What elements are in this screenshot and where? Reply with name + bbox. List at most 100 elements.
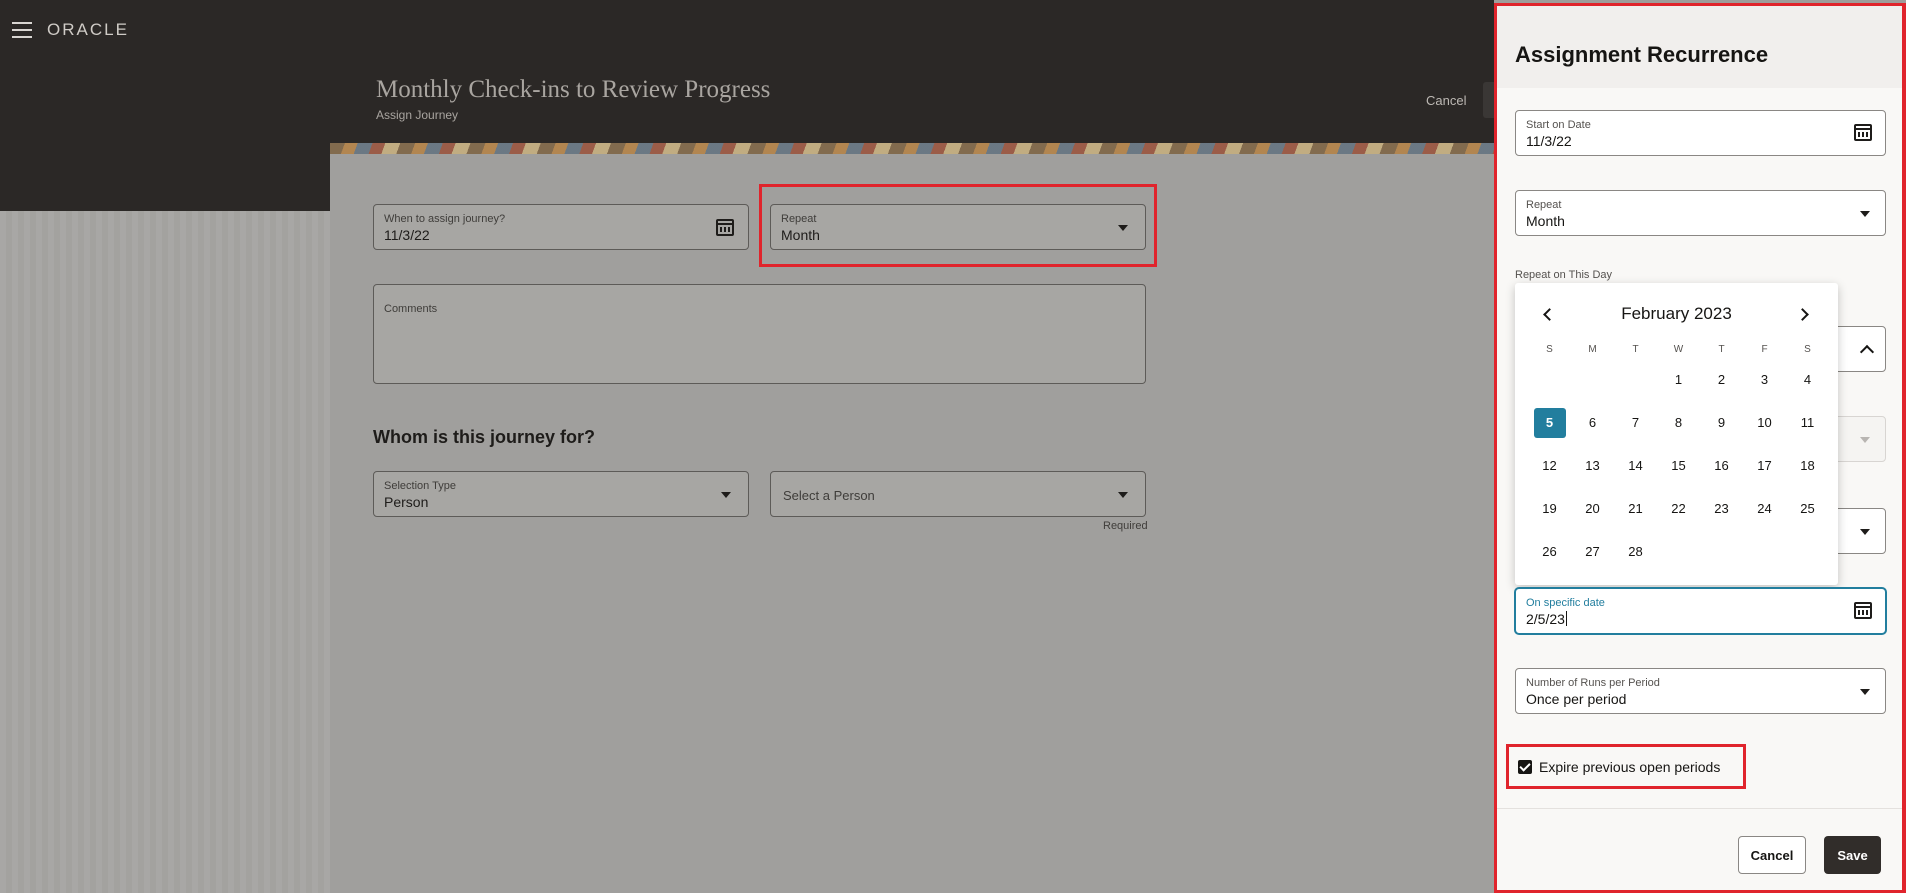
chevron-up-icon[interactable] — [1859, 344, 1875, 360]
on-specific-date-label: On specific date — [1526, 597, 1605, 609]
calendar-day[interactable]: 21 — [1614, 501, 1657, 516]
start-on-date-value: 11/3/22 — [1526, 133, 1572, 149]
calendar-day[interactable]: 10 — [1743, 415, 1786, 430]
text-cursor — [1565, 611, 1567, 626]
weekday-label: F — [1761, 343, 1768, 355]
weekday-label: T — [1632, 343, 1639, 355]
section-heading: Whom is this journey for? — [373, 427, 596, 447]
calendar-day[interactable]: 13 — [1571, 458, 1614, 473]
runs-per-period-select[interactable]: Number of Runs per Period Once per perio… — [1515, 668, 1886, 714]
calendar-week-row: 1234 — [1528, 358, 1829, 401]
calendar-week-row: 5 6 7 8 9 10 11 — [1528, 401, 1829, 444]
weekday-label: M — [1588, 343, 1597, 355]
drawer-title: Assignment Recurrence — [1515, 42, 1769, 67]
calendar-day[interactable]: 14 — [1614, 458, 1657, 473]
expire-previous-periods-option[interactable]: Expire previous open periods — [1506, 744, 1746, 789]
drawer-footer-divider — [1497, 808, 1902, 809]
calendar-day[interactable]: 18 — [1786, 458, 1829, 473]
background-texture — [0, 211, 330, 893]
select-person-placeholder: Select a Person — [783, 488, 875, 503]
weekday-label: T — [1718, 343, 1725, 355]
expire-checkbox-label[interactable]: Expire previous open periods — [1539, 759, 1720, 775]
on-specific-date-value-wrap[interactable]: 2/5/23 — [1526, 611, 1567, 627]
calendar-day[interactable]: 19 — [1528, 501, 1571, 516]
chevron-down-icon[interactable] — [1860, 211, 1870, 217]
calendar-day[interactable]: 15 — [1657, 458, 1700, 473]
calendar-day[interactable]: 24 — [1743, 501, 1786, 516]
calendar-day[interactable]: 9 — [1700, 415, 1743, 430]
card-banner-image — [330, 143, 1494, 154]
drawer-repeat-value: Month — [1526, 213, 1565, 229]
drawer-repeat-label: Repeat — [1526, 199, 1562, 211]
comments-textarea[interactable]: Comments — [373, 284, 1146, 384]
calendar-grid: S M T W T F S 1 2 3 4 5 6 7 8 9 10 11 12 13 14 15 16 17 18 19 20 21… — [1528, 340, 1829, 573]
calendar-day-selected[interactable]: 5 — [1528, 407, 1571, 438]
calendar-day[interactable]: 16 — [1700, 458, 1743, 473]
calendar-day[interactable]: 12 — [1528, 458, 1571, 473]
calendar-weekday-row: SMTWTFS — [1528, 340, 1829, 358]
calendar-week-row: 26 27 28 — [1528, 530, 1829, 573]
calendar-day[interactable]: 26 — [1528, 544, 1571, 559]
calendar-day[interactable]: 2 — [1700, 372, 1743, 387]
select-person-select[interactable]: Select a Person — [770, 471, 1146, 517]
calendar-day[interactable]: 1 — [1657, 372, 1700, 387]
drawer-repeat-select[interactable]: Repeat Month — [1515, 190, 1886, 236]
expire-checkbox[interactable] — [1518, 760, 1532, 774]
calendar-day[interactable]: 28 — [1614, 544, 1657, 559]
chevron-down-icon[interactable] — [1860, 689, 1870, 695]
calendar-day[interactable]: 7 — [1614, 415, 1657, 430]
page-submit-button[interactable] — [1483, 82, 1494, 118]
page-subtitle: Assign Journey — [376, 108, 459, 122]
repeat-highlight-box — [759, 184, 1157, 267]
main-page: ORACLE Monthly Check-ins to Review Progr… — [0, 0, 1494, 893]
on-specific-date-field[interactable]: On specific date 2/5/23 — [1515, 588, 1886, 634]
required-helper-text: Required — [1103, 520, 1148, 532]
selection-type-value: Person — [384, 494, 429, 510]
page-cancel-button[interactable]: Cancel — [1426, 93, 1466, 108]
date-picker-popup: February 2023 S M T W T F S 1 2 3 4 5 6 7 8 9 10 11 12 13 14… — [1515, 283, 1838, 585]
calendar-day[interactable]: 23 — [1700, 501, 1743, 516]
repeat-on-this-day-label: Repeat on This Day — [1515, 269, 1613, 281]
start-on-date-field[interactable]: Start on Date 11/3/22 — [1515, 110, 1886, 156]
runs-per-period-label: Number of Runs per Period — [1526, 677, 1660, 689]
runs-per-period-value: Once per period — [1526, 691, 1627, 707]
calendar-day[interactable]: 20 — [1571, 501, 1614, 516]
oracle-logo[interactable]: ORACLE — [47, 20, 129, 40]
selection-type-select[interactable]: Selection Type Person — [373, 471, 749, 517]
hamburger-menu-icon[interactable] — [12, 22, 32, 38]
start-on-date-label: Start on Date — [1526, 119, 1591, 131]
calendar-day[interactable]: 25 — [1786, 501, 1829, 516]
chevron-down-icon[interactable] — [721, 492, 731, 498]
calendar-day[interactable]: 4 — [1786, 372, 1829, 387]
chevron-down-icon[interactable] — [1860, 529, 1870, 535]
calendar-icon[interactable] — [716, 219, 734, 236]
assignment-recurrence-drawer: Assignment Recurrence Start on Date 11/3… — [1494, 3, 1906, 893]
calendar-icon[interactable] — [1854, 124, 1872, 141]
calendar-day[interactable]: 8 — [1657, 415, 1700, 430]
calendar-day[interactable]: 3 — [1743, 372, 1786, 387]
weekday-label: S — [1804, 343, 1811, 355]
calendar-day[interactable]: 27 — [1571, 544, 1614, 559]
chevron-down-icon[interactable] — [1118, 492, 1128, 498]
calendar-day[interactable]: 17 — [1743, 458, 1786, 473]
when-to-assign-field[interactable]: When to assign journey? 11/3/22 — [373, 204, 749, 250]
weekday-label: W — [1673, 343, 1684, 355]
save-button[interactable]: Save — [1824, 836, 1881, 874]
comments-label: Comments — [384, 303, 438, 315]
calendar-week-row: 19 20 21 22 23 24 25 — [1528, 487, 1829, 530]
calendar-day[interactable]: 11 — [1786, 415, 1829, 430]
weekday-label: S — [1546, 343, 1553, 355]
calendar-day[interactable]: 6 — [1571, 415, 1614, 430]
on-specific-date-value: 2/5/23 — [1526, 611, 1565, 627]
selection-type-label: Selection Type — [384, 480, 456, 492]
selected-day-label: 5 — [1533, 407, 1566, 438]
calendar-month-label[interactable]: February 2023 — [1515, 304, 1838, 324]
calendar-icon[interactable] — [1854, 602, 1872, 619]
when-to-assign-label: When to assign journey? — [384, 213, 506, 225]
calendar-week-row: 12 13 14 15 16 17 18 — [1528, 444, 1829, 487]
chevron-down-icon — [1860, 437, 1870, 443]
cancel-button[interactable]: Cancel — [1738, 836, 1806, 874]
when-to-assign-value: 11/3/22 — [384, 227, 430, 243]
calendar-day[interactable]: 22 — [1657, 501, 1700, 516]
page-title: Monthly Check-ins to Review Progress — [376, 76, 771, 103]
